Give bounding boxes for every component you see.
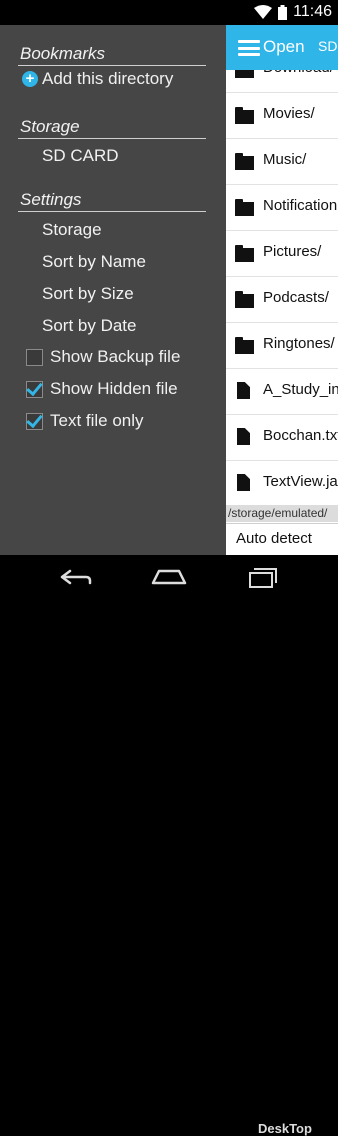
- bookmarks-heading: Bookmarks: [20, 44, 106, 63]
- show-backup-checkbox[interactable]: [26, 348, 43, 366]
- settings-heading: Settings: [20, 190, 82, 209]
- file-name: Podcasts/: [263, 289, 329, 306]
- file-name: Ringtones/: [263, 335, 335, 352]
- home-icon: [151, 569, 187, 585]
- storage-heading: Storage: [20, 117, 80, 136]
- file-row[interactable]: A_Study_in_: [226, 369, 338, 415]
- home-button[interactable]: [149, 563, 189, 591]
- file-name: Music/: [263, 151, 307, 168]
- show-hidden-checkbox[interactable]: [26, 380, 43, 398]
- text-file-only-checkbox[interactable]: [26, 412, 43, 430]
- text-file-only-label: Text file only: [50, 411, 144, 430]
- battery-icon: [278, 4, 288, 20]
- add-directory-label: Add this directory: [42, 69, 174, 88]
- divider: [18, 65, 206, 66]
- show-backup-file-option[interactable]: Show Backup file: [26, 347, 180, 367]
- file-name: TextView.ja: [263, 473, 338, 490]
- storage-item-sd-card[interactable]: SD CARD: [42, 146, 119, 166]
- clock: 11:46: [293, 3, 332, 20]
- file-row[interactable]: Podcasts/: [226, 277, 338, 323]
- document-icon: [237, 382, 250, 399]
- file-row[interactable]: TextView.ja: [226, 461, 338, 507]
- current-path: /storage/emulated/: [226, 505, 338, 522]
- setting-sort-by-size[interactable]: Sort by Size: [42, 284, 134, 304]
- text-file-only-option[interactable]: Text file only: [26, 411, 144, 431]
- status-icons: 11:46: [254, 3, 332, 21]
- action-bar: Open SD: [226, 25, 338, 70]
- folder-icon: [235, 153, 254, 170]
- file-name: A_Study_in_: [263, 381, 338, 398]
- navigation-drawer: Bookmarks + Add this directory Storage S…: [0, 25, 226, 555]
- action-bar-title: Open: [263, 37, 305, 56]
- file-row[interactable]: Music/: [226, 139, 338, 185]
- file-row[interactable]: Movies/: [226, 93, 338, 139]
- file-name: Bocchan.txt: [263, 427, 338, 444]
- file-row[interactable]: Pictures/: [226, 231, 338, 277]
- setting-sort-by-date[interactable]: Sort by Date: [42, 316, 137, 336]
- watermark-text: DeskTop: [258, 1121, 312, 1136]
- setting-sort-by-name[interactable]: Sort by Name: [42, 252, 146, 272]
- divider: [18, 138, 206, 139]
- system-navigation-bar: DeskTop: [0, 555, 338, 1136]
- folder-icon: [235, 107, 254, 124]
- menu-icon[interactable]: [238, 40, 260, 56]
- document-icon: [237, 474, 250, 491]
- file-name: Pictures/: [263, 243, 322, 260]
- recent-apps-icon: [249, 568, 277, 588]
- action-bar-path[interactable]: SD: [318, 38, 337, 54]
- status-bar: 11:46: [0, 0, 338, 25]
- file-name: Notification: [263, 197, 338, 214]
- back-button[interactable]: [56, 563, 96, 591]
- folder-icon: [235, 199, 254, 216]
- document-icon: [237, 428, 250, 445]
- show-hidden-file-option[interactable]: Show Hidden file: [26, 379, 178, 399]
- divider: [18, 211, 206, 212]
- wifi-icon: [254, 5, 273, 19]
- file-name: Movies/: [263, 105, 315, 122]
- file-row[interactable]: Notification: [226, 185, 338, 231]
- file-row[interactable]: Ringtones/: [226, 323, 338, 369]
- file-row[interactable]: Bocchan.txt: [226, 415, 338, 461]
- plus-icon: +: [22, 71, 38, 87]
- folder-icon: [235, 337, 254, 354]
- setting-storage[interactable]: Storage: [42, 220, 102, 240]
- encoding-select[interactable]: Auto detect: [226, 523, 338, 555]
- show-backup-label: Show Backup file: [50, 347, 181, 366]
- recent-apps-button[interactable]: [244, 563, 284, 591]
- folder-icon: [235, 245, 254, 262]
- add-directory-button[interactable]: + Add this directory: [22, 69, 173, 89]
- show-hidden-label: Show Hidden file: [50, 379, 178, 398]
- back-icon: [60, 569, 92, 585]
- file-browser: Download/ Movies/ Music/ Notification Pi…: [226, 25, 338, 555]
- folder-icon: [235, 291, 254, 308]
